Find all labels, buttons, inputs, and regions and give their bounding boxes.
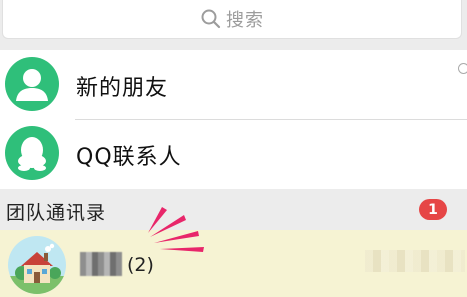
- new-friends-label: 新的朋友: [76, 76, 169, 101]
- corner-indicator: [458, 63, 467, 74]
- qq-penguin-icon: [5, 126, 59, 180]
- house-icon: [8, 236, 66, 294]
- unread-badge: 1: [419, 199, 447, 220]
- team-directory-header[interactable]: 团队通讯录: [0, 189, 467, 230]
- new-friends-item[interactable]: 新的朋友: [0, 50, 467, 119]
- annotation-marks: [148, 207, 204, 252]
- qq-contacts-label: QQ联系人: [76, 145, 182, 170]
- contact-list: 新的朋友 QQ联系人: [0, 50, 467, 189]
- member-count: (2): [127, 254, 154, 276]
- blurred-group-name: [80, 252, 122, 276]
- search-input[interactable]: 搜索: [3, 0, 461, 38]
- person-icon: [5, 57, 59, 111]
- blurred-text: [365, 250, 465, 272]
- qq-contacts-item[interactable]: QQ联系人: [0, 119, 467, 188]
- search-placeholder: 搜索: [226, 10, 264, 31]
- team-directory-title: 团队通讯录: [6, 202, 107, 224]
- search-bar: 搜索: [0, 0, 467, 48]
- search-icon: [201, 9, 221, 29]
